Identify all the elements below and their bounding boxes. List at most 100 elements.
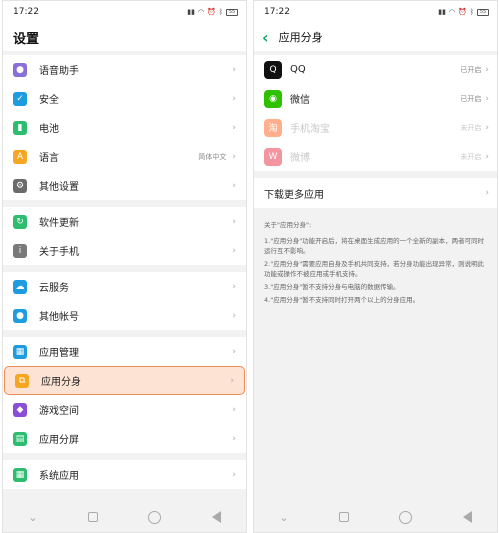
recents-button[interactable] — [338, 512, 349, 522]
app-name: 微博 — [290, 153, 310, 164]
settings-item-label: 其他帐号 — [39, 312, 79, 323]
taobao-icon: 淘 — [264, 118, 282, 137]
settings-group: ↻ 软件更新 › i 关于手机 › — [3, 207, 246, 265]
clone-icon: ⧉ — [15, 373, 29, 388]
shield-icon: ✓ — [13, 91, 27, 106]
apps-icon: ▦ — [13, 344, 27, 359]
settings-item-label: 语音助手 — [39, 66, 79, 77]
app-name: QQ — [290, 64, 306, 75]
chevron-right-icon: › — [232, 64, 236, 75]
app-clone-item-taobao[interactable]: 淘手机淘宝 未开启 › — [254, 113, 497, 142]
settings-item-user[interactable]: ● 其他帐号 › — [3, 301, 246, 330]
clone-status: 未开启 — [460, 123, 482, 132]
settings-screen: 17:22 ▮▮ ◠ ⏰ ᛒ 55 设置 ● 语音助手 › ✓ 安全 › ▮ 电池 › A 语言 简体… — [2, 0, 247, 533]
settings-item-gear[interactable]: ⚙ 其他设置 › — [3, 171, 246, 200]
notes-title: 关于"应用分身": — [264, 221, 312, 229]
gear-icon: ⚙ — [13, 178, 27, 193]
settings-item-apps[interactable]: ▦ 应用管理 › — [3, 337, 246, 366]
settings-item-language[interactable]: A 语言 简体中文 › — [3, 142, 246, 171]
chevron-right-icon: › — [232, 310, 236, 321]
back-button[interactable] — [462, 511, 472, 523]
cloud-icon: ☁ — [13, 279, 27, 294]
clone-status: 已开启 — [460, 94, 482, 103]
chevron-right-icon: › — [485, 188, 489, 198]
app-clone-item-wechat[interactable]: ◉ 微信 已开启 › — [254, 84, 497, 113]
app-list: Q QQ 已开启 › ◉ 微信 已开启 › 淘手机淘宝 未开启 › W 微博 未开启 › — [254, 55, 497, 171]
app-name: 微信 — [290, 95, 310, 106]
chevron-right-icon: › — [230, 375, 234, 386]
status-bar: 17:22 ▮▮ ◠ ⏰ ᛒ 55 — [254, 1, 497, 23]
settings-item-label: 应用管理 — [39, 348, 79, 359]
chevron-right-icon: › — [232, 180, 236, 191]
note-item: 2."应用分身"需要应用自身及手机共同支持，若分身功能出现异常，则说明此功能或操… — [264, 260, 485, 278]
settings-item-label: 应用分屏 — [39, 435, 79, 446]
chevron-right-icon: › — [485, 151, 489, 162]
weibo-icon: W — [264, 147, 282, 166]
note-item: 4."应用分身"暂不支持同时打开两个以上的分身应用。 — [264, 296, 420, 304]
status-icons: ▮▮ ◠ ⏰ ᛒ 55 — [438, 8, 489, 16]
wifi-icon: ◠ — [197, 8, 205, 16]
settings-item-label: 其他设置 — [39, 182, 79, 193]
chevron-right-icon: › — [232, 346, 236, 357]
status-icons: ▮▮ ◠ ⏰ ᛒ 55 — [187, 8, 238, 16]
back-arrow-icon[interactable]: ‹ — [262, 28, 269, 47]
app-clone-screen: 17:22 ▮▮ ◠ ⏰ ᛒ 55 ‹ 应用分身 Q QQ 已开启 › ◉ 微信 已开启 › 淘… — [253, 0, 498, 533]
app-clone-item-weibo[interactable]: W 微博 未开启 › — [254, 142, 497, 171]
settings-list: ● 语音助手 › ✓ 安全 › ▮ 电池 › A 语言 简体中文 › ⚙ 其他设置 › ↻ 软件更新 › i 关于手机 ›… — [3, 55, 246, 489]
note-item: 3."应用分身"暂不支持分身与电脑的数据传输。 — [264, 283, 400, 291]
battery-status-icon: 55 — [226, 8, 238, 16]
settings-group: ☁ 云服务 › ● 其他帐号 › — [3, 272, 246, 330]
bluetooth-icon: ᛒ — [218, 8, 223, 16]
nav-down-icon[interactable]: ⌄ — [28, 511, 37, 524]
status-time: 17:22 — [13, 7, 39, 17]
splitscreen-icon: ▤ — [13, 431, 27, 446]
settings-item-update[interactable]: ↻ 软件更新 › — [3, 207, 246, 236]
app-name: 手机淘宝 — [290, 124, 330, 135]
settings-item-game[interactable]: ◆ 游戏空间 › — [3, 395, 246, 424]
chevron-right-icon: › — [232, 245, 236, 256]
settings-item-splitscreen[interactable]: ▤ 应用分屏 › — [3, 424, 246, 453]
settings-group: ● 语音助手 › ✓ 安全 › ▮ 电池 › A 语言 简体中文 › ⚙ 其他设置 › — [3, 55, 246, 200]
language-icon: A — [13, 149, 27, 164]
app-clone-item-qq[interactable]: Q QQ 已开启 › — [254, 55, 497, 84]
system-apps-icon: ▦ — [13, 467, 27, 482]
chevron-right-icon: › — [232, 122, 236, 133]
chevron-right-icon: › — [232, 151, 236, 162]
navigation-bar: ⌄ — [3, 502, 246, 532]
home-button[interactable] — [399, 510, 413, 524]
settings-item-shield[interactable]: ✓ 安全 › — [3, 84, 246, 113]
status-bar: 17:22 ▮▮ ◠ ⏰ ᛒ 55 — [3, 1, 246, 23]
recents-button[interactable] — [87, 512, 98, 522]
chevron-right-icon: › — [232, 469, 236, 480]
chevron-right-icon: › — [232, 281, 236, 292]
home-button[interactable] — [148, 510, 162, 524]
clone-status: 未开启 — [460, 152, 482, 161]
settings-item-info[interactable]: i 关于手机 › — [3, 236, 246, 265]
settings-item-label: 应用分身 — [41, 377, 81, 388]
settings-item-clone[interactable]: ⧉ 应用分身 › — [4, 366, 245, 395]
alarm-icon: ⏰ — [207, 8, 216, 16]
settings-item-label: 语言 — [39, 153, 59, 164]
settings-item-value: 简体中文 — [198, 152, 227, 161]
chevron-right-icon: › — [485, 93, 489, 104]
download-more-apps-row[interactable]: 下载更多应用 › — [254, 178, 497, 208]
notes-section: 关于"应用分身": 1."应用分身"功能开启后，将在桌面生成应用的一个全新的副本… — [254, 208, 497, 305]
settings-item-microphone[interactable]: ● 语音助手 › — [3, 55, 246, 84]
game-icon: ◆ — [13, 402, 27, 417]
nav-down-icon[interactable]: ⌄ — [279, 511, 288, 524]
signal-icon: ▮▮ — [187, 8, 195, 16]
back-button[interactable] — [211, 511, 221, 523]
chevron-right-icon: › — [485, 122, 489, 133]
download-more-label: 下载更多应用 — [264, 189, 324, 201]
user-icon: ● — [13, 308, 27, 323]
settings-item-cloud[interactable]: ☁ 云服务 › — [3, 272, 246, 301]
info-icon: i — [13, 243, 27, 258]
chevron-right-icon: › — [232, 93, 236, 104]
microphone-icon: ● — [13, 62, 27, 77]
settings-item-battery[interactable]: ▮ 电池 › — [3, 113, 246, 142]
wechat-icon: ◉ — [264, 89, 282, 108]
page-title: 应用分身 — [278, 31, 323, 44]
settings-item-system-apps[interactable]: ▦ 系统应用 › — [3, 460, 246, 489]
settings-group: ▦ 应用管理 › ⧉ 应用分身 › ◆ 游戏空间 › ▤ 应用分屏 › — [3, 337, 246, 453]
chevron-right-icon: › — [232, 216, 236, 227]
